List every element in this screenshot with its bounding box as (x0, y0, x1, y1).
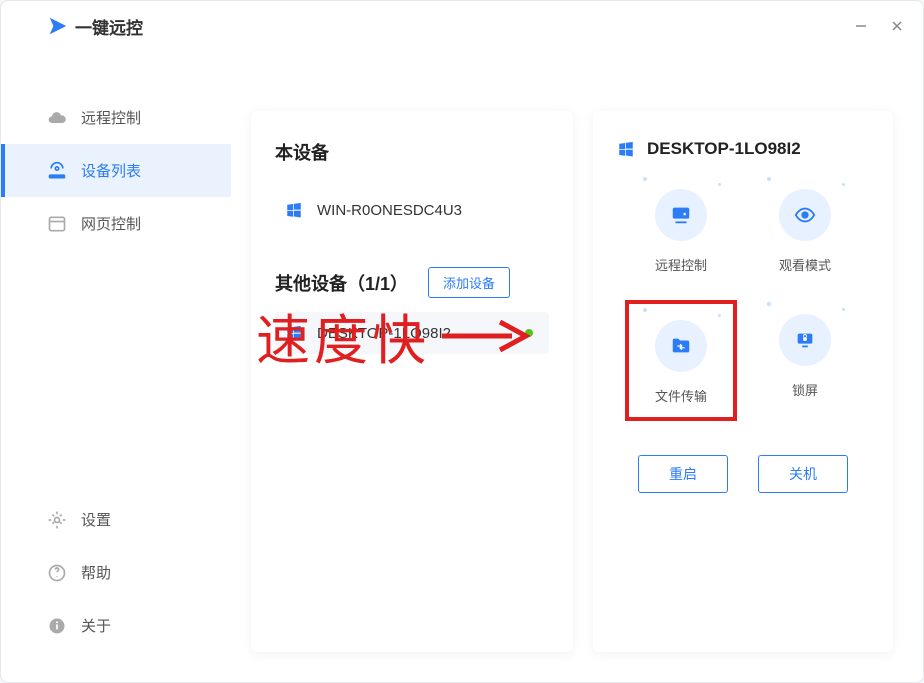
devices-icon (47, 161, 67, 181)
minimize-button[interactable] (851, 16, 871, 36)
this-device-heading: 本设备 (275, 139, 549, 165)
restart-button[interactable]: 重启 (638, 455, 728, 493)
windows-icon (285, 201, 303, 219)
shutdown-button[interactable]: 关机 (758, 455, 848, 493)
titlebar: 一键远控 (1, 1, 923, 51)
selected-device-title: DESKTOP-1LO98I2 (647, 139, 801, 159)
browser-icon (47, 214, 67, 234)
sidebar-item-help[interactable]: 帮助 (1, 546, 231, 599)
action-watch-mode[interactable]: 观看模式 (773, 189, 837, 274)
monitor-icon (670, 204, 692, 226)
online-status-dot (525, 329, 533, 337)
close-button[interactable] (887, 16, 907, 36)
windows-icon (617, 140, 635, 158)
action-lock-screen[interactable]: 锁屏 (773, 314, 837, 411)
app-name: 一键远控 (75, 14, 143, 39)
sidebar-item-label: 帮助 (81, 562, 111, 583)
this-device-row[interactable]: WIN-R0ONESDC4U3 (275, 189, 549, 231)
lock-screen-icon (794, 329, 816, 351)
app-logo: 一键远控 (47, 14, 143, 39)
other-device-row[interactable]: DESKTOP-1LO98I2 (275, 312, 549, 354)
sidebar-item-web-control[interactable]: 网页控制 (1, 197, 231, 250)
action-remote-control[interactable]: 远程控制 (649, 189, 713, 274)
sidebar: 远程控制 设备列表 网页控制 设置 (1, 51, 231, 682)
other-devices-heading: 其他设备（1/1） (275, 270, 408, 296)
action-file-transfer[interactable]: 文件传输 (649, 314, 713, 411)
logo-icon (47, 15, 69, 37)
cloud-icon (47, 108, 67, 128)
sidebar-item-remote-control[interactable]: 远程控制 (1, 91, 231, 144)
sidebar-item-label: 设备列表 (81, 160, 141, 181)
sidebar-item-device-list[interactable]: 设备列表 (1, 144, 231, 197)
eye-icon (794, 204, 816, 226)
action-label: 观看模式 (779, 255, 831, 274)
windows-icon (285, 324, 303, 342)
sidebar-item-about[interactable]: 关于 (1, 599, 231, 652)
gear-icon (47, 510, 67, 530)
sidebar-item-label: 关于 (81, 615, 111, 636)
sidebar-item-settings[interactable]: 设置 (1, 493, 231, 546)
add-device-button[interactable]: 添加设备 (428, 267, 510, 298)
info-icon (47, 616, 67, 636)
devices-panel: 本设备 WIN-R0ONESDC4U3 其他设备（1/1） 添加设备 DESKT… (251, 111, 573, 652)
folder-transfer-icon (670, 335, 692, 357)
sidebar-item-label: 网页控制 (81, 213, 141, 234)
action-label: 远程控制 (655, 255, 707, 274)
action-label: 锁屏 (792, 380, 818, 399)
device-name: WIN-R0ONESDC4U3 (317, 202, 462, 219)
sidebar-item-label: 设置 (81, 509, 111, 530)
device-name: DESKTOP-1LO98I2 (317, 325, 451, 342)
help-icon (47, 563, 67, 583)
sidebar-item-label: 远程控制 (81, 107, 141, 128)
device-actions-panel: DESKTOP-1LO98I2 远程控制 观看模式 (593, 111, 893, 652)
